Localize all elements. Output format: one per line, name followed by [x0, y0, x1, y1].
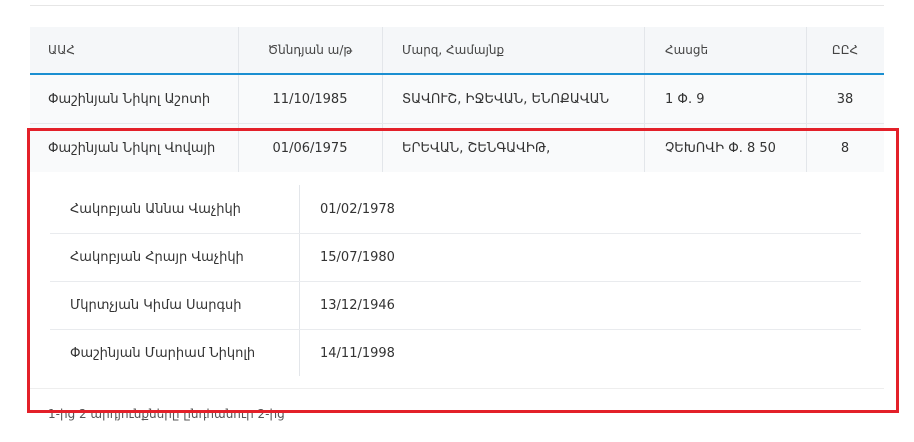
member-birth-date: 01/02/1978: [320, 201, 395, 217]
cell-full-name: Փաշինյան Նիկոլ Վովայի: [48, 140, 216, 156]
list-item: Հակոբյան Աննա Վաչիկի 01/02/1978: [50, 185, 861, 234]
cell-birth-date: 01/06/1975: [272, 140, 348, 156]
header-birth-date[interactable]: Ծննդյան ա/թ: [238, 27, 382, 73]
list-item: Մկրտչյան Կիմա Սարգսի 13/12/1946: [50, 281, 861, 330]
list-item: Հակոբյան Հրայր Վաչիկի 15/07/1980: [50, 233, 861, 282]
address-link[interactable]: ՉԵԽՈՎԻ Փ. 8 50: [644, 124, 806, 172]
header-address[interactable]: Հասցե: [644, 27, 806, 73]
member-birth-date: 14/11/1998: [320, 345, 395, 361]
member-name: Մկրտչյան Կիմա Սարգսի: [70, 297, 242, 313]
header-precinct[interactable]: ԸԸՀ: [806, 27, 884, 73]
table-row-expanded[interactable]: Փաշինյան Նիկոլ Վովայի 01/06/1975 ԵՐԵՎԱՆ,…: [30, 124, 884, 173]
cell-birth-date: 11/10/1985: [272, 91, 348, 107]
cell-precinct: 8: [840, 140, 850, 156]
header-full-name[interactable]: ԱԱՀ: [30, 27, 238, 73]
member-birth-date: 13/12/1946: [320, 297, 395, 313]
member-name: Փաշինյան Մարիամ Նիկոլի: [70, 345, 256, 361]
table-row[interactable]: Փաշինյան Նիկոլ Աշոտի 11/10/1985 ՏԱՎՈՒՇ, …: [30, 75, 884, 124]
cell-precinct: 38: [836, 91, 854, 107]
table-header: ԱԱՀ Ծննդյան ա/թ Մարզ, Համայնք Հասցե ԸԸՀ: [30, 27, 884, 75]
member-birth-date: 15/07/1980: [320, 249, 395, 265]
top-divider: [30, 5, 884, 6]
cell-full-name: Փաշինյան Նիկոլ Աշոտի: [48, 91, 211, 107]
header-region-community[interactable]: Մարզ, Համայնք: [382, 27, 644, 73]
member-name: Հակոբյան Աննա Վաչիկի: [70, 201, 241, 217]
cell-region-community: ԵՐԵՎԱՆ, ՇԵՆԳԱՎԻԹ,: [402, 140, 551, 156]
cell-region-community: ՏԱՎՈՒՇ, ԻՋԵՎԱՆ, ԵՆՈՔԱՎԱՆ: [402, 91, 610, 107]
results-summary: 1-ից 2 արդյունքները ընդհանուր 2-ից: [48, 407, 285, 421]
household-members-panel: Հակոբյան Աննա Վաչիկի 01/02/1978 Հակոբյան…: [30, 172, 884, 389]
member-name: Հակոբյան Հրայր Վաչիկի: [70, 249, 244, 265]
list-item: Փաշինյան Մարիամ Նիկոլի 14/11/1998: [50, 329, 861, 377]
address-link[interactable]: 1 Փ. 9: [644, 75, 806, 123]
